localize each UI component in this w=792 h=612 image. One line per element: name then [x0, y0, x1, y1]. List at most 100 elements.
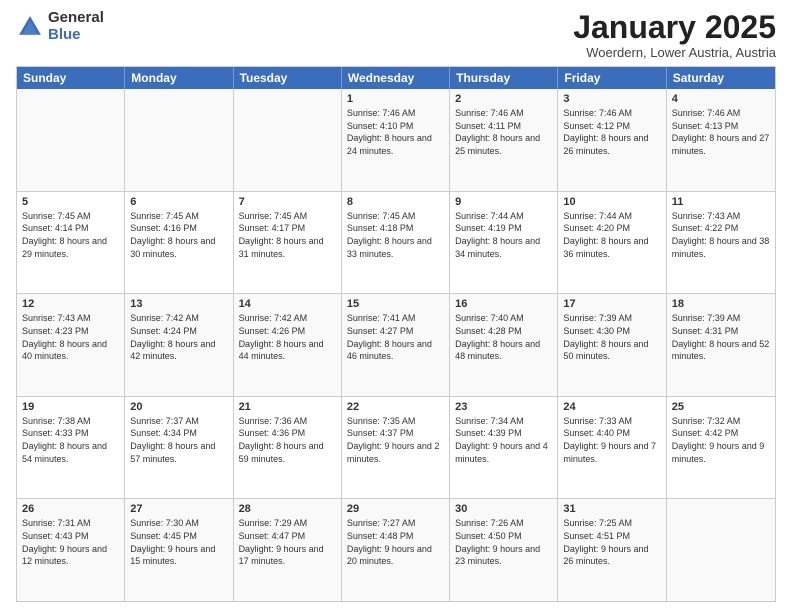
- day-info: Sunrise: 7:40 AM Sunset: 4:28 PM Dayligh…: [455, 312, 552, 362]
- day-info: Sunrise: 7:44 AM Sunset: 4:20 PM Dayligh…: [563, 210, 660, 260]
- calendar-header: SundayMondayTuesdayWednesdayThursdayFrid…: [17, 67, 775, 89]
- day-info: Sunrise: 7:26 AM Sunset: 4:50 PM Dayligh…: [455, 517, 552, 567]
- page: General Blue January 2025 Woerdern, Lowe…: [0, 0, 792, 612]
- day-info: Sunrise: 7:46 AM Sunset: 4:11 PM Dayligh…: [455, 107, 552, 157]
- day-info: Sunrise: 7:45 AM Sunset: 4:14 PM Dayligh…: [22, 210, 119, 260]
- header-day-friday: Friday: [558, 67, 666, 89]
- calendar-day-11: 11 Sunrise: 7:43 AM Sunset: 4:22 PM Dayli…: [667, 192, 775, 294]
- calendar-body: 1 Sunrise: 7:46 AM Sunset: 4:10 PM Daylig…: [17, 89, 775, 601]
- day-number: 12: [22, 298, 119, 310]
- calendar-day-10: 10Sunrise: 7:44 AM Sunset: 4:20 PM Dayli…: [558, 192, 666, 294]
- day-number: 17: [563, 298, 660, 310]
- calendar-day-15: 15 Sunrise: 7:41 AM Sunset: 4:27 PM Dayli…: [342, 294, 450, 396]
- header: General Blue January 2025 Woerdern, Lowe…: [16, 10, 776, 60]
- day-number: 27: [130, 503, 227, 515]
- day-info: Sunrise: 7:42 AM Sunset: 4:24 PM Dayligh…: [130, 312, 227, 362]
- header-day-tuesday: Tuesday: [234, 67, 342, 89]
- day-info: Sunrise: 7:29 AM Sunset: 4:47 PM Dayligh…: [239, 517, 336, 567]
- day-number: 25: [672, 401, 770, 413]
- day-number: 1: [347, 93, 444, 105]
- day-number: 9: [455, 196, 552, 208]
- day-number: 23: [455, 401, 552, 413]
- calendar-day-8: 8Sunrise: 7:45 AM Sunset: 4:18 PM Daylig…: [342, 192, 450, 294]
- day-number: 6: [130, 196, 227, 208]
- header-day-thursday: Thursday: [450, 67, 558, 89]
- logo-blue: Blue: [48, 27, 104, 44]
- day-number: 15: [347, 298, 444, 310]
- day-info: Sunrise: 7:44 AM Sunset: 4:19 PM Dayligh…: [455, 210, 552, 260]
- day-info: Sunrise: 7:31 AM Sunset: 4:43 PM Dayligh…: [22, 517, 119, 567]
- calendar-empty-cell: [125, 89, 233, 191]
- calendar-day-7: 7 Sunrise: 7:45 AM Sunset: 4:17 PM Daylig…: [234, 192, 342, 294]
- day-info: Sunrise: 7:45 AM Sunset: 4:18 PM Dayligh…: [347, 210, 444, 260]
- calendar-day-14: 14 Sunrise: 7:42 AM Sunset: 4:26 PM Dayli…: [234, 294, 342, 396]
- calendar-day-20: 20 Sunrise: 7:37 AM Sunset: 4:34 PM Dayli…: [125, 397, 233, 499]
- calendar-empty-cell: [234, 89, 342, 191]
- calendar-day-25: 25 Sunrise: 7:32 AM Sunset: 4:42 PM Dayli…: [667, 397, 775, 499]
- day-number: 13: [130, 298, 227, 310]
- calendar-empty-cell: [667, 499, 775, 601]
- calendar-empty-cell: [17, 89, 125, 191]
- day-number: 22: [347, 401, 444, 413]
- day-number: 5: [22, 196, 119, 208]
- day-number: 26: [22, 503, 119, 515]
- calendar: SundayMondayTuesdayWednesdayThursdayFrid…: [16, 66, 776, 602]
- calendar-day-5: 5 Sunrise: 7:45 AM Sunset: 4:14 PM Daylig…: [17, 192, 125, 294]
- day-info: Sunrise: 7:41 AM Sunset: 4:27 PM Dayligh…: [347, 312, 444, 362]
- calendar-day-27: 27 Sunrise: 7:30 AM Sunset: 4:45 PM Dayli…: [125, 499, 233, 601]
- day-number: 28: [239, 503, 336, 515]
- day-info: Sunrise: 7:37 AM Sunset: 4:34 PM Dayligh…: [130, 415, 227, 465]
- calendar-day-28: 28 Sunrise: 7:29 AM Sunset: 4:47 PM Dayli…: [234, 499, 342, 601]
- day-info: Sunrise: 7:45 AM Sunset: 4:17 PM Dayligh…: [239, 210, 336, 260]
- calendar-day-1: 1 Sunrise: 7:46 AM Sunset: 4:10 PM Daylig…: [342, 89, 450, 191]
- logo-general: General: [48, 10, 104, 27]
- day-info: Sunrise: 7:39 AM Sunset: 4:31 PM Dayligh…: [672, 312, 770, 362]
- day-info: Sunrise: 7:39 AM Sunset: 4:30 PM Dayligh…: [563, 312, 660, 362]
- day-info: Sunrise: 7:42 AM Sunset: 4:26 PM Dayligh…: [239, 312, 336, 362]
- day-number: 7: [239, 196, 336, 208]
- day-number: 29: [347, 503, 444, 515]
- day-number: 21: [239, 401, 336, 413]
- day-info: Sunrise: 7:46 AM Sunset: 4:13 PM Dayligh…: [672, 107, 770, 157]
- calendar-day-31: 31 Sunrise: 7:25 AM Sunset: 4:51 PM Dayli…: [558, 499, 666, 601]
- day-number: 11: [672, 196, 770, 208]
- header-day-monday: Monday: [125, 67, 233, 89]
- day-info: Sunrise: 7:36 AM Sunset: 4:36 PM Dayligh…: [239, 415, 336, 465]
- day-info: Sunrise: 7:38 AM Sunset: 4:33 PM Dayligh…: [22, 415, 119, 465]
- day-info: Sunrise: 7:43 AM Sunset: 4:22 PM Dayligh…: [672, 210, 770, 260]
- day-number: 30: [455, 503, 552, 515]
- calendar-day-18: 18 Sunrise: 7:39 AM Sunset: 4:31 PM Dayli…: [667, 294, 775, 396]
- calendar-day-23: 23 Sunrise: 7:34 AM Sunset: 4:39 PM Dayli…: [450, 397, 558, 499]
- day-number: 18: [672, 298, 770, 310]
- day-info: Sunrise: 7:27 AM Sunset: 4:48 PM Dayligh…: [347, 517, 444, 567]
- calendar-day-22: 22Sunrise: 7:35 AM Sunset: 4:37 PM Dayli…: [342, 397, 450, 499]
- calendar-week-2: 5 Sunrise: 7:45 AM Sunset: 4:14 PM Daylig…: [17, 192, 775, 295]
- day-info: Sunrise: 7:30 AM Sunset: 4:45 PM Dayligh…: [130, 517, 227, 567]
- day-info: Sunrise: 7:46 AM Sunset: 4:10 PM Dayligh…: [347, 107, 444, 157]
- calendar-day-2: 2 Sunrise: 7:46 AM Sunset: 4:11 PM Daylig…: [450, 89, 558, 191]
- calendar-day-13: 13 Sunrise: 7:42 AM Sunset: 4:24 PM Dayli…: [125, 294, 233, 396]
- day-info: Sunrise: 7:43 AM Sunset: 4:23 PM Dayligh…: [22, 312, 119, 362]
- day-number: 14: [239, 298, 336, 310]
- day-info: Sunrise: 7:34 AM Sunset: 4:39 PM Dayligh…: [455, 415, 552, 465]
- day-number: 24: [563, 401, 660, 413]
- day-number: 31: [563, 503, 660, 515]
- calendar-day-24: 24 Sunrise: 7:33 AM Sunset: 4:40 PM Dayli…: [558, 397, 666, 499]
- title-block: January 2025 Woerdern, Lower Austria, Au…: [573, 10, 776, 60]
- calendar-day-29: 29 Sunrise: 7:27 AM Sunset: 4:48 PM Dayli…: [342, 499, 450, 601]
- day-info: Sunrise: 7:33 AM Sunset: 4:40 PM Dayligh…: [563, 415, 660, 465]
- month-title: January 2025: [573, 10, 776, 45]
- calendar-day-30: 30 Sunrise: 7:26 AM Sunset: 4:50 PM Dayli…: [450, 499, 558, 601]
- calendar-day-16: 16 Sunrise: 7:40 AM Sunset: 4:28 PM Dayli…: [450, 294, 558, 396]
- day-number: 4: [672, 93, 770, 105]
- header-day-saturday: Saturday: [667, 67, 775, 89]
- day-number: 2: [455, 93, 552, 105]
- day-number: 20: [130, 401, 227, 413]
- calendar-day-21: 21 Sunrise: 7:36 AM Sunset: 4:36 PM Dayli…: [234, 397, 342, 499]
- day-info: Sunrise: 7:45 AM Sunset: 4:16 PM Dayligh…: [130, 210, 227, 260]
- day-number: 16: [455, 298, 552, 310]
- calendar-day-4: 4 Sunrise: 7:46 AM Sunset: 4:13 PM Daylig…: [667, 89, 775, 191]
- day-info: Sunrise: 7:32 AM Sunset: 4:42 PM Dayligh…: [672, 415, 770, 465]
- logo-icon: [16, 13, 44, 41]
- day-info: Sunrise: 7:25 AM Sunset: 4:51 PM Dayligh…: [563, 517, 660, 567]
